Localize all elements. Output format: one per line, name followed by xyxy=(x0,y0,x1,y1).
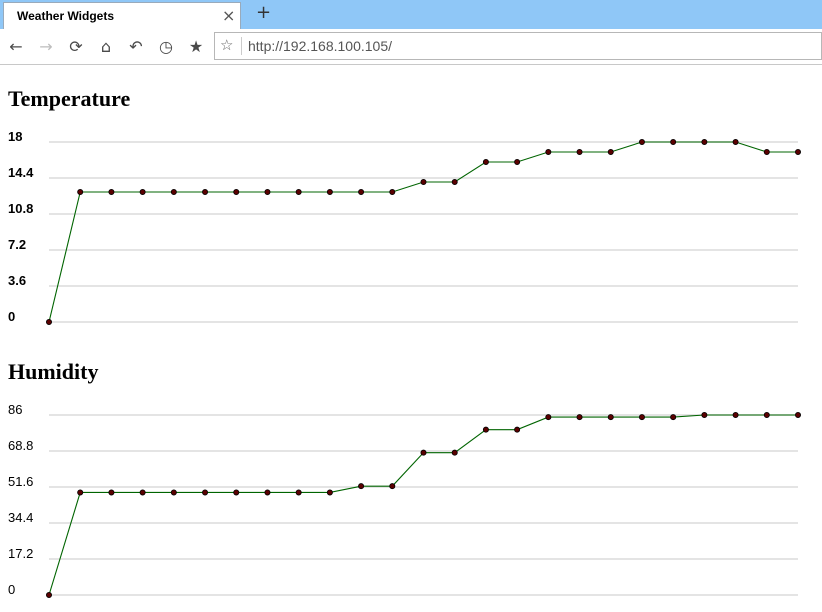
close-tab-icon[interactable]: × xyxy=(222,6,235,25)
y-tick-label: 51.6 xyxy=(8,474,33,489)
data-point xyxy=(701,138,708,145)
data-point xyxy=(451,449,458,456)
data-point xyxy=(295,489,302,496)
data-point xyxy=(576,414,583,421)
back-icon[interactable]: ← xyxy=(6,36,26,56)
data-point xyxy=(576,148,583,155)
data-point xyxy=(545,414,552,421)
data-point xyxy=(670,138,677,145)
data-point xyxy=(326,489,333,496)
data-point xyxy=(139,189,146,196)
y-tick-label: 68.8 xyxy=(8,438,33,453)
temperature-title: Temperature xyxy=(8,86,131,111)
y-tick-label: 7.2 xyxy=(8,237,26,252)
y-tick-label: 86 xyxy=(8,402,22,417)
data-point xyxy=(420,179,427,186)
temperature-chart: 0 3.6 7.2 10.8 14.4 18 xyxy=(8,129,802,325)
data-point xyxy=(264,189,271,196)
tab-bar: Weather Widgets × + xyxy=(0,0,822,29)
url-divider xyxy=(241,37,242,55)
data-point xyxy=(358,483,365,490)
tab-weather-widgets[interactable]: Weather Widgets × xyxy=(3,2,241,29)
y-tick-label: 17.2 xyxy=(8,546,33,561)
y-tick-label: 0 xyxy=(8,582,15,597)
data-point xyxy=(482,158,489,165)
series-line xyxy=(48,141,798,323)
data-point xyxy=(514,158,521,165)
data-point xyxy=(264,489,271,496)
reload-icon[interactable]: ⟳ xyxy=(66,36,86,56)
data-point xyxy=(202,189,209,196)
data-point xyxy=(233,489,240,496)
home-icon[interactable]: ⌂ xyxy=(96,36,116,56)
undo-icon[interactable]: ↶ xyxy=(126,36,146,56)
data-point xyxy=(358,189,365,196)
data-point xyxy=(326,189,333,196)
data-point xyxy=(701,411,708,418)
page-content: Temperature 0 3.6 7.2 10.8 14.4 18 Humidity 0… xyxy=(0,66,822,612)
data-point xyxy=(202,489,209,496)
data-point xyxy=(451,179,458,186)
data-point xyxy=(170,489,177,496)
data-point xyxy=(732,138,739,145)
data-point xyxy=(732,411,739,418)
y-tick-label: 18 xyxy=(8,129,22,144)
data-point xyxy=(233,189,240,196)
data-point xyxy=(46,591,53,598)
new-tab-button[interactable]: + xyxy=(256,2,271,23)
data-point xyxy=(139,489,146,496)
data-point xyxy=(420,449,427,456)
data-point xyxy=(795,148,802,155)
data-point xyxy=(638,414,645,421)
history-icon[interactable]: ◷ xyxy=(156,36,176,56)
data-point xyxy=(638,138,645,145)
data-point xyxy=(46,318,53,325)
y-tick-label: 3.6 xyxy=(8,273,26,288)
y-tick-label: 10.8 xyxy=(8,201,33,216)
data-point xyxy=(514,426,521,433)
data-point xyxy=(795,411,802,418)
nav-toolbar: ← → ⟳ ⌂ ↶ ◷ ★ ☆ http://192.168.100.105/ xyxy=(0,29,822,65)
data-point xyxy=(170,189,177,196)
data-point xyxy=(295,189,302,196)
data-point xyxy=(607,148,614,155)
data-point xyxy=(389,189,396,196)
forward-icon[interactable]: → xyxy=(36,36,56,56)
data-point xyxy=(77,189,84,196)
humidity-title: Humidity xyxy=(8,359,99,384)
url-text[interactable]: http://192.168.100.105/ xyxy=(248,38,392,54)
url-bar[interactable]: ☆ http://192.168.100.105/ xyxy=(214,32,822,60)
bookmark-star-icon[interactable]: ☆ xyxy=(220,36,233,54)
y-tick-label: 14.4 xyxy=(8,165,34,180)
data-point xyxy=(607,414,614,421)
data-point xyxy=(77,489,84,496)
data-point xyxy=(545,148,552,155)
data-point xyxy=(108,189,115,196)
y-tick-label: 34.4 xyxy=(8,510,33,525)
tab-title: Weather Widgets xyxy=(17,9,115,23)
humidity-chart: 0 17.2 34.4 51.6 68.8 86 xyxy=(8,402,802,598)
data-point xyxy=(763,148,770,155)
bookmark-icon[interactable]: ★ xyxy=(186,36,206,56)
y-tick-label: 0 xyxy=(8,309,15,324)
data-point xyxy=(108,489,115,496)
data-point xyxy=(763,411,770,418)
data-point xyxy=(482,426,489,433)
data-point xyxy=(670,414,677,421)
data-point xyxy=(389,483,396,490)
series-line xyxy=(48,414,798,596)
